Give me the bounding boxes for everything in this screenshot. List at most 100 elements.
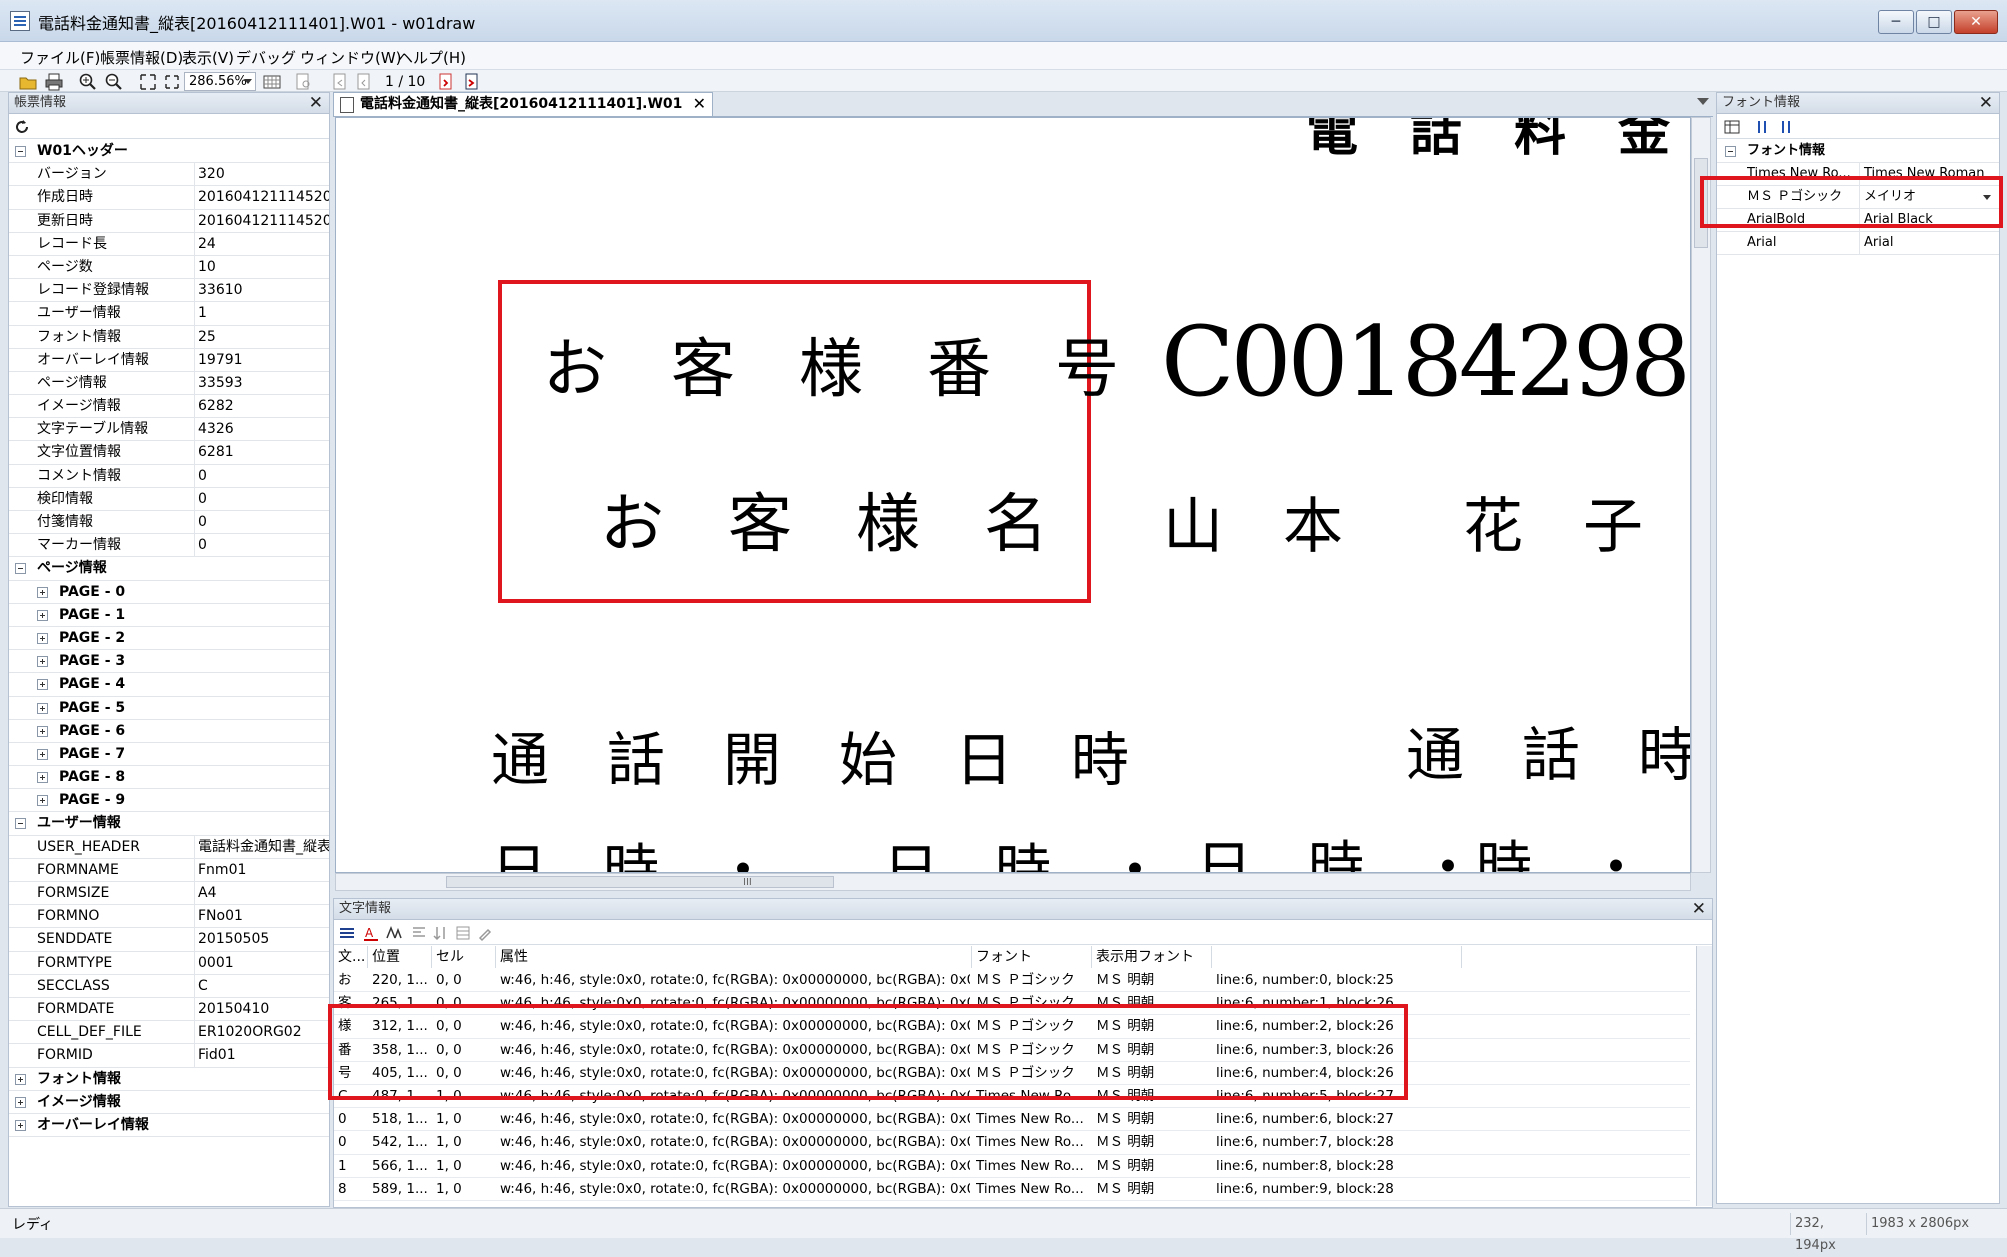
refresh-icon[interactable]: [13, 118, 31, 136]
tree-item-page[interactable]: PAGE - 1: [9, 604, 329, 627]
tree-item-page[interactable]: PAGE - 7: [9, 743, 329, 767]
tree-row-user-property[interactable]: FORMID Fid01: [9, 1044, 329, 1068]
edit-icon[interactable]: [476, 924, 494, 942]
char-info-vertical-scrollbar[interactable]: [1696, 946, 1712, 1206]
tree-row-user-property[interactable]: FORMDATE 20150410: [9, 997, 329, 1022]
tree-row-user-property[interactable]: USER_HEADER 電話料金通知書_縦表: [9, 835, 329, 859]
table-row[interactable]: 0 542, 1... 1, 0 w:46, h:46, style:0x0, rot…: [334, 1131, 1690, 1155]
tree-item-page[interactable]: PAGE - 0: [9, 581, 329, 604]
column-header[interactable]: [1212, 946, 1462, 968]
expand-icon[interactable]: [37, 795, 48, 807]
table-icon[interactable]: [454, 924, 472, 942]
tree-row-header-property[interactable]: 文字テーブル情報 4326: [9, 418, 329, 442]
font-info-section[interactable]: フォント情報: [1717, 140, 1999, 163]
sort-up-icon[interactable]: [1753, 118, 1771, 136]
close-button[interactable]: ✕: [1954, 10, 1998, 34]
search-page-icon[interactable]: [294, 72, 314, 92]
tree-row-header-property[interactable]: ページ情報 33593: [9, 371, 329, 396]
tab-close-icon[interactable]: ✕: [693, 93, 706, 115]
tree-row-user-property[interactable]: FORMSIZE A4: [9, 882, 329, 906]
tree-section-collapsed[interactable]: イメージ情報: [9, 1091, 329, 1114]
table-row[interactable]: 0 518, 1... 1, 0 w:46, h:46, style:0x0, rot…: [334, 1108, 1690, 1132]
char-search-icon[interactable]: [384, 924, 402, 942]
zoom-in-icon[interactable]: [78, 72, 98, 92]
tree-item-page[interactable]: PAGE - 8: [9, 766, 329, 790]
expand-icon[interactable]: [15, 1119, 26, 1131]
last-page-icon[interactable]: [462, 72, 482, 92]
document-view[interactable]: 電 話 料 金 お 客 様 番 号 お 客 様 名 C001842983 山 本…: [335, 117, 1691, 873]
expand-icon[interactable]: [37, 702, 48, 714]
table-row[interactable]: お 220, 1... 0, 0 w:46, h:46, style:0x0, rot…: [334, 969, 1690, 993]
close-icon[interactable]: ✕: [1692, 899, 1706, 919]
menu-debug[interactable]: デバッグ: [236, 47, 296, 68]
tree-row-header-property[interactable]: フォント情報 25: [9, 325, 329, 349]
maximize-button[interactable]: □: [1916, 10, 1952, 34]
tree-row-header-property[interactable]: オーバーレイ情報 19791: [9, 348, 329, 372]
collapse-icon[interactable]: [1725, 146, 1736, 157]
tree-row-header-property[interactable]: レコード長 24: [9, 232, 329, 256]
document-vertical-scrollbar[interactable]: [1691, 117, 1711, 873]
sort-down-icon[interactable]: [1777, 118, 1795, 136]
expand-icon[interactable]: [37, 772, 48, 784]
first-page-icon[interactable]: [330, 72, 350, 92]
tree-row-header-property[interactable]: 作成日時 201604121114520: [9, 186, 329, 210]
expand-icon[interactable]: [37, 725, 48, 737]
tree-section-page-info[interactable]: ページ情報: [9, 557, 329, 581]
tree-row-header-property[interactable]: ユーザー情報 1: [9, 302, 329, 326]
column-header[interactable]: フォント: [972, 946, 1092, 968]
document-horizontal-scrollbar[interactable]: III: [335, 873, 1691, 891]
tree-section-w01-header[interactable]: W01ヘッダー: [9, 140, 329, 164]
expand-icon[interactable]: [37, 609, 48, 621]
tree-item-page[interactable]: PAGE - 4: [9, 673, 329, 697]
font-color-icon[interactable]: A: [362, 924, 380, 942]
minimize-button[interactable]: ─: [1878, 10, 1914, 34]
tree-section-collapsed[interactable]: フォント情報: [9, 1068, 329, 1091]
font-table-icon[interactable]: [1723, 118, 1741, 136]
tree-row-header-property[interactable]: ページ数 10: [9, 255, 329, 280]
column-header[interactable]: 文...: [334, 946, 368, 968]
tree-row-user-property[interactable]: SENDDATE 20150505: [9, 928, 329, 952]
tree-section-user-info[interactable]: ユーザー情報: [9, 812, 329, 836]
tree-row-user-property[interactable]: SECCLASS C: [9, 974, 329, 998]
zoom-select[interactable]: 286.56%: [184, 72, 256, 91]
tree-row-header-property[interactable]: バージョン 320: [9, 163, 329, 187]
column-header[interactable]: セル: [432, 946, 496, 968]
column-header[interactable]: 表示用フォント: [1092, 946, 1212, 968]
table-row[interactable]: 1 566, 1... 1, 0 w:46, h:46, style:0x0, rot…: [334, 1155, 1690, 1178]
expand-icon[interactable]: [15, 1073, 26, 1085]
collapse-icon[interactable]: [15, 818, 26, 830]
menu-help[interactable]: ヘルプ(H): [398, 47, 466, 68]
sort-icon[interactable]: [432, 924, 450, 942]
list-view-icon[interactable]: [338, 924, 356, 942]
close-icon[interactable]: ✕: [309, 93, 323, 113]
tree-row-header-property[interactable]: 付箋情報 0: [9, 511, 329, 535]
collapse-icon[interactable]: [15, 563, 26, 575]
column-header[interactable]: 属性: [496, 946, 972, 968]
font-mapping-row[interactable]: Arial Arial: [1717, 232, 1999, 255]
expand-icon[interactable]: [37, 632, 48, 644]
tree-row-header-property[interactable]: イメージ情報 6282: [9, 395, 329, 419]
table-row[interactable]: 8 589, 1... 1, 0 w:46, h:46, style:0x0, rot…: [334, 1178, 1690, 1201]
horizontal-scroll-thumb[interactable]: III: [446, 876, 834, 888]
full-screen-icon[interactable]: [162, 72, 182, 92]
tree-row-header-property[interactable]: 更新日時 201604121114520: [9, 209, 329, 233]
tree-item-page[interactable]: PAGE - 5: [9, 697, 329, 720]
tab-list-dropdown-icon[interactable]: [1697, 98, 1709, 105]
menu-form-info[interactable]: 帳票情報(D): [100, 47, 183, 68]
grid-icon[interactable]: [262, 72, 282, 92]
open-folder-icon[interactable]: [18, 72, 38, 92]
expand-icon[interactable]: [37, 679, 48, 691]
tree-row-header-property[interactable]: 文字位置情報 6281: [9, 441, 329, 465]
tab-document[interactable]: 電話料金通知書_縦表[20160412111401].W01 ✕: [333, 92, 713, 116]
fit-page-icon[interactable]: [138, 72, 158, 92]
close-icon[interactable]: ✕: [1979, 93, 1993, 113]
zoom-out-icon[interactable]: [104, 72, 124, 92]
tree-row-user-property[interactable]: CELL_DEF_FILE ER1020ORG02: [9, 1021, 329, 1045]
expand-icon[interactable]: [37, 748, 48, 760]
prev-page-icon[interactable]: [354, 72, 374, 92]
align-icon[interactable]: [410, 924, 428, 942]
menu-window[interactable]: ウィンドウ(W): [300, 47, 402, 68]
column-header[interactable]: 位置: [368, 946, 432, 968]
expand-icon[interactable]: [37, 656, 48, 668]
tree-item-page[interactable]: PAGE - 9: [9, 789, 329, 813]
